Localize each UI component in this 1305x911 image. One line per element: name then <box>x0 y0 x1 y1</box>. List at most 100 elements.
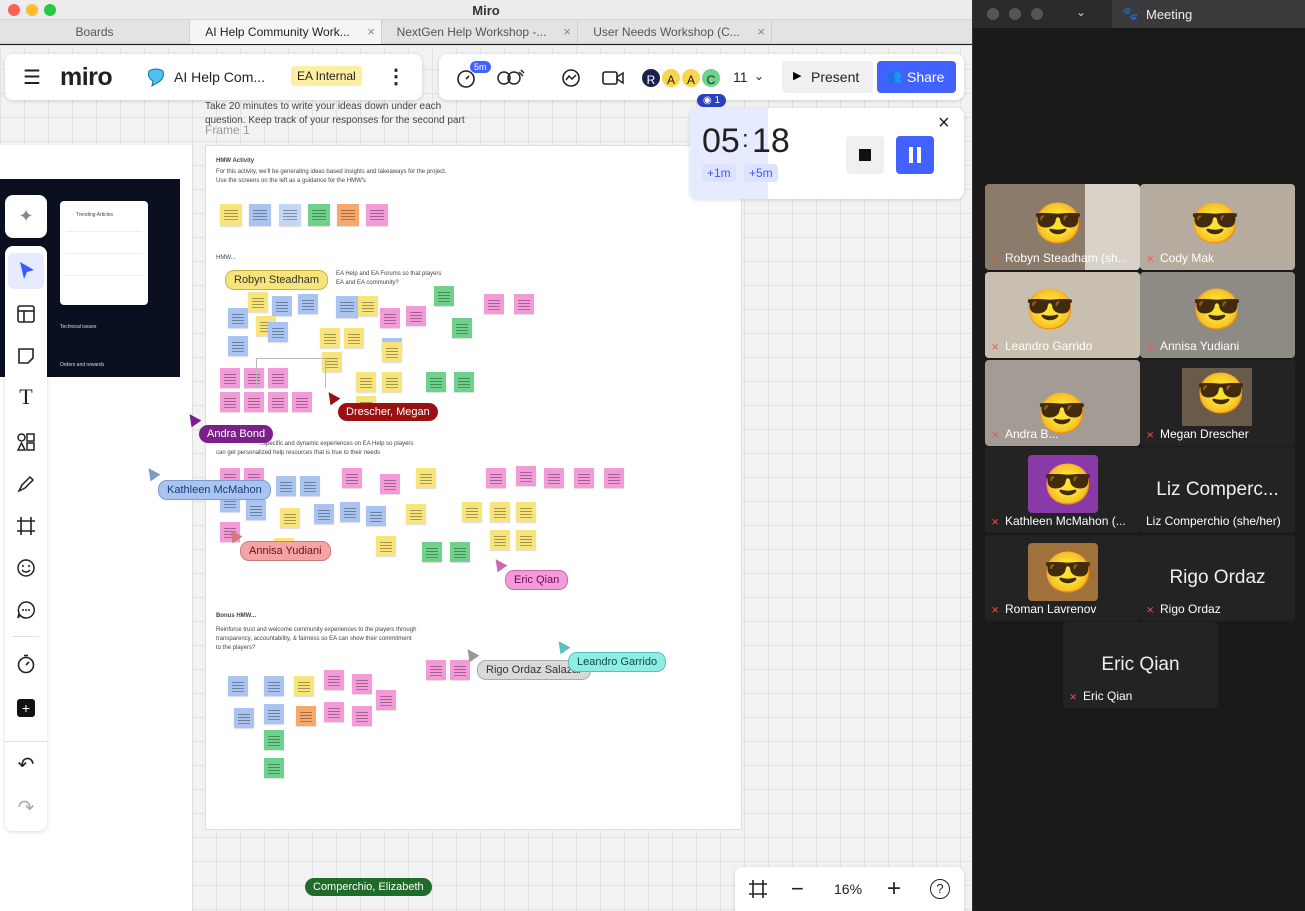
close-timer-icon[interactable]: × <box>938 112 950 135</box>
avatar[interactable]: R <box>640 67 662 89</box>
tab-boards[interactable]: Boards <box>0 20 190 44</box>
tab-ai-help[interactable]: AI Help Community Work... × <box>190 20 382 44</box>
close-tab-icon[interactable]: × <box>563 20 571 44</box>
timer-icon[interactable] <box>16 654 36 674</box>
sticky-note[interactable] <box>244 392 264 412</box>
sticky-note[interactable] <box>516 466 536 486</box>
sticky-note[interactable] <box>604 468 624 488</box>
board-canvas[interactable]: Trending Articles Technical issues Order… <box>0 45 972 911</box>
participant-tile[interactable]: Eric Qian ⨯ Eric Qian <box>1063 622 1218 708</box>
participant-tile[interactable]: 😎 ⨯ Annisa Yudiani <box>1140 272 1295 358</box>
zoom-level[interactable]: 16% <box>834 881 862 897</box>
add-5m-button[interactable]: +5m <box>744 164 778 182</box>
avatar[interactable]: A <box>680 67 702 89</box>
participant-tile[interactable]: 😎 ⨯ Robyn Steadham (sh... <box>985 184 1140 270</box>
sticky-note[interactable] <box>450 542 470 562</box>
sticky-note[interactable] <box>324 702 344 722</box>
sticky-note[interactable] <box>422 542 442 562</box>
template-icon[interactable] <box>16 304 36 324</box>
select-tool[interactable] <box>8 253 44 289</box>
frame-label[interactable]: Frame 1 <box>205 123 250 137</box>
sticky-note[interactable] <box>264 730 284 750</box>
sticky-note[interactable] <box>516 502 536 522</box>
sticky-note[interactable] <box>246 500 266 520</box>
sticky-note[interactable] <box>574 468 594 488</box>
chat-icon[interactable] <box>560 67 582 89</box>
present-button[interactable]: ▶ Present <box>782 61 873 93</box>
sticky-note[interactable] <box>268 392 288 412</box>
minimize-window-button[interactable] <box>1009 8 1021 20</box>
sticky-note[interactable] <box>248 292 268 312</box>
sticky-note[interactable] <box>264 704 284 724</box>
sticky-note[interactable] <box>382 342 402 362</box>
share-button[interactable]: 👥 Share <box>877 61 956 93</box>
sticky-note[interactable] <box>308 204 330 226</box>
sticky-note[interactable] <box>490 502 510 522</box>
sticky-note[interactable] <box>268 322 288 342</box>
sticky-note[interactable] <box>352 674 372 694</box>
sticky-note[interactable] <box>264 676 284 696</box>
sticky-note[interactable] <box>342 468 362 488</box>
sticky-note[interactable] <box>454 372 474 392</box>
sticky-note[interactable] <box>220 392 240 412</box>
pen-icon[interactable] <box>16 474 36 494</box>
board-name[interactable]: AI Help Com... <box>174 69 265 85</box>
sticky-note[interactable] <box>516 530 536 550</box>
sticky-note[interactable] <box>336 296 358 318</box>
undo-icon[interactable]: ↶ <box>15 753 37 776</box>
avatar[interactable]: A <box>660 67 682 89</box>
sticky-note[interactable] <box>280 508 300 528</box>
close-tab-icon[interactable]: × <box>757 20 765 44</box>
sticky-note[interactable] <box>324 670 344 690</box>
avatar[interactable]: C <box>700 67 722 89</box>
sticky-note[interactable] <box>279 204 301 226</box>
comment-icon[interactable] <box>16 600 36 620</box>
participant-tile[interactable]: 😎 ⨯ Leandro Garrido <box>985 272 1140 358</box>
participant-tile[interactable]: 😎 ⨯ Andra B... <box>985 360 1140 446</box>
sticky-note[interactable] <box>276 476 296 496</box>
classification-badge[interactable]: EA Internal <box>291 66 362 86</box>
sticky-note[interactable] <box>320 328 340 348</box>
sticky-note[interactable] <box>292 392 312 412</box>
sticky-note[interactable] <box>406 504 426 524</box>
zoom-window-button[interactable] <box>1031 8 1043 20</box>
sticky-note[interactable] <box>358 296 378 316</box>
hmw-frame[interactable]: HMW Activity For this activity, we'll be… <box>205 145 742 830</box>
meeting-tab[interactable]: 🐾 Meeting <box>1112 0 1305 28</box>
sticky-note[interactable] <box>228 308 248 328</box>
sticky-note[interactable] <box>514 294 534 314</box>
pause-timer-button[interactable] <box>896 136 934 174</box>
sticky-note[interactable] <box>406 306 426 326</box>
redo-icon[interactable]: ↷ <box>15 796 37 819</box>
sticky-note[interactable] <box>300 476 320 496</box>
sticky-note[interactable] <box>352 706 372 726</box>
frame-icon[interactable] <box>16 516 36 536</box>
participant-tile[interactable]: 😎 ⨯ Cody Mak <box>1140 184 1295 270</box>
zoom-out-button[interactable]: − <box>791 876 804 902</box>
participant-tile[interactable]: Rigo Ordaz ⨯ Rigo Ordaz <box>1140 535 1295 621</box>
close-window-button[interactable] <box>987 8 999 20</box>
sticky-note[interactable] <box>220 368 240 388</box>
sticky-note[interactable] <box>366 204 388 226</box>
sticky-note[interactable] <box>294 676 314 696</box>
sticky-note[interactable] <box>366 506 386 526</box>
frame-list-icon[interactable] <box>748 879 768 899</box>
participant-tile[interactable]: 😎 ⨯ Kathleen McMahon (... <box>985 447 1140 533</box>
sticky-note[interactable] <box>228 676 248 696</box>
tab-user-needs[interactable]: User Needs Workshop (C... × <box>578 20 772 44</box>
sticky-note[interactable] <box>220 204 242 226</box>
viewers-badge[interactable]: ◉ 1 <box>697 94 727 107</box>
sticky-note[interactable] <box>484 294 504 314</box>
reactions-icon[interactable] <box>497 68 525 88</box>
stop-timer-button[interactable] <box>846 136 884 174</box>
sticky-note[interactable] <box>264 758 284 778</box>
sticky-note[interactable] <box>298 294 318 314</box>
sticky-note[interactable] <box>462 502 482 522</box>
sticky-note[interactable] <box>434 286 454 306</box>
sticky-note[interactable] <box>490 530 510 550</box>
hamburger-icon[interactable]: ☰ <box>21 66 43 89</box>
sticky-note[interactable] <box>228 336 248 356</box>
sticky-note[interactable] <box>380 474 400 494</box>
sticky-note[interactable] <box>376 536 396 556</box>
sticker-icon[interactable] <box>16 558 36 578</box>
